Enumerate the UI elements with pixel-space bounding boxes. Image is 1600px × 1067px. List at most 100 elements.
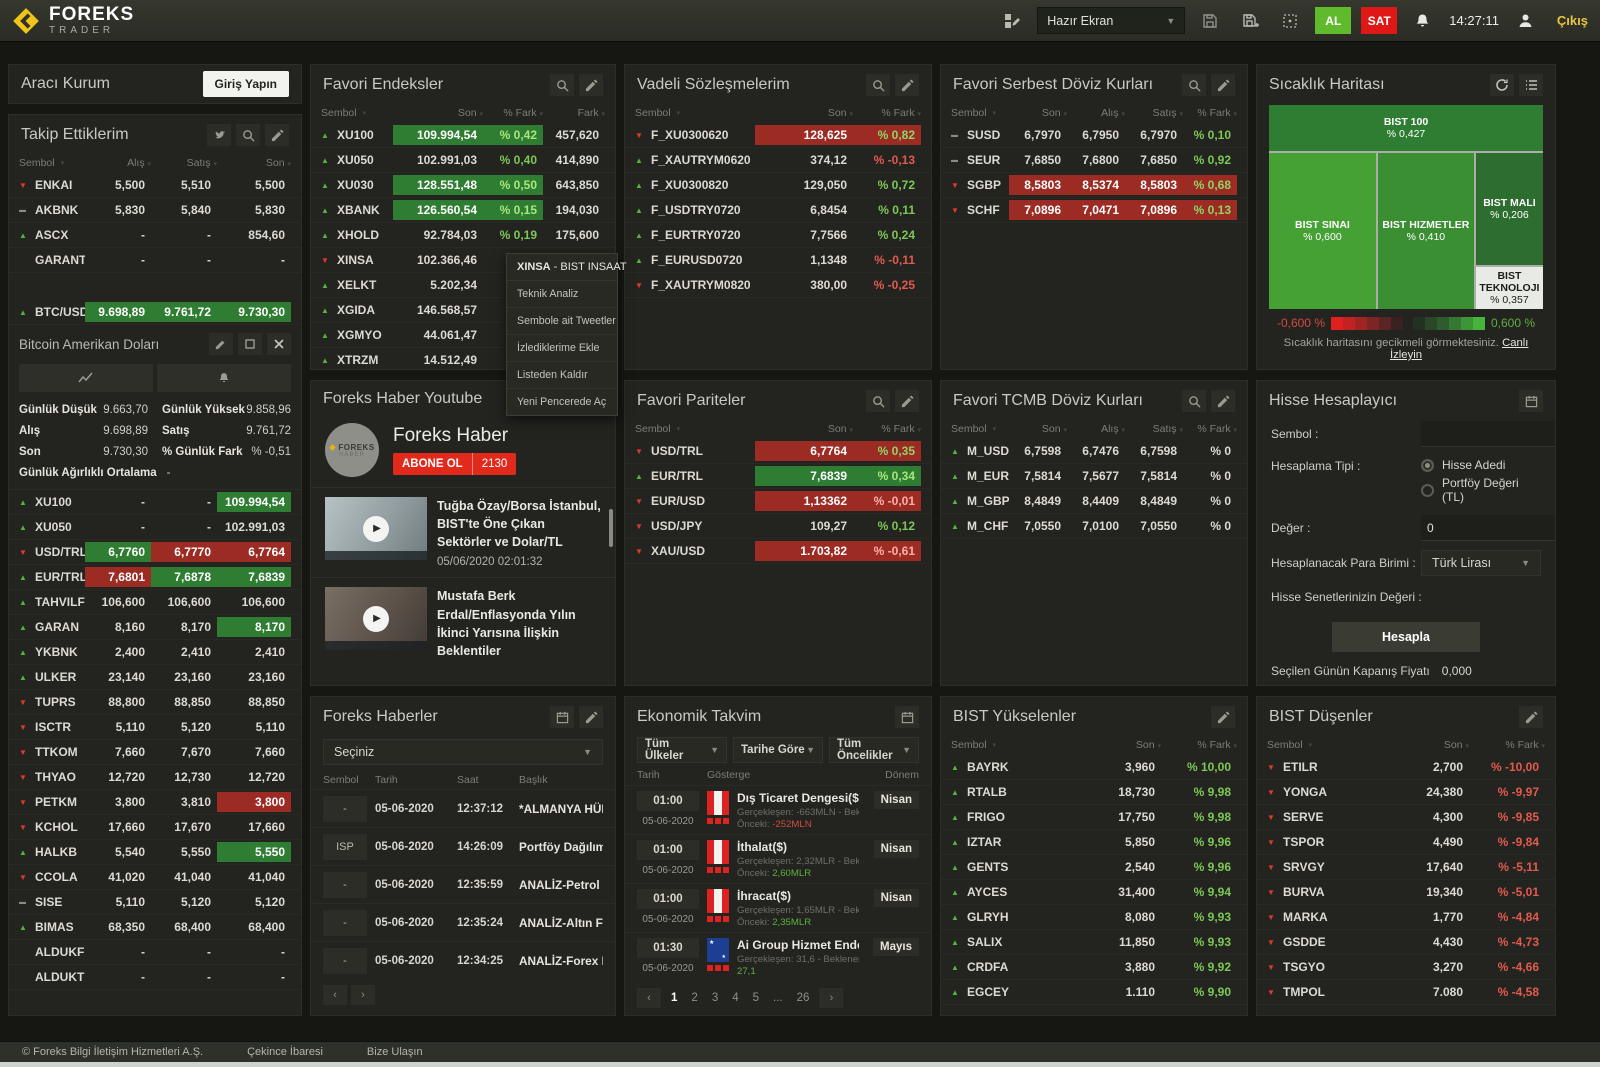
- edit-list-icon[interactable]: [895, 74, 919, 96]
- symbol-search-icon[interactable]: [866, 390, 890, 412]
- save-icon[interactable]: [1195, 8, 1225, 34]
- edit-list-icon[interactable]: [895, 390, 919, 412]
- treemap-tile-hizmetler[interactable]: BIST HIZMETLER% 0,410: [1378, 153, 1474, 309]
- col-header[interactable]: Sembol ▾: [19, 157, 85, 169]
- news-row[interactable]: -05-06-202012:35:59ANALİZ-Petrol Fiyatla…: [311, 865, 615, 903]
- edit-list-icon[interactable]: [579, 74, 603, 96]
- quote-row[interactable]: ALDUKTF1---: [9, 965, 301, 990]
- col-header[interactable]: Son ▾: [755, 107, 853, 119]
- quote-row[interactable]: ▼MARKA1,770% -4,84: [1257, 905, 1555, 930]
- col-header[interactable]: Son ▾: [755, 423, 853, 435]
- quote-row[interactable]: ▲M_CHF7,05507,01007,0550% 0: [941, 514, 1247, 539]
- col-header[interactable]: Son ▾: [1071, 739, 1161, 751]
- col-header[interactable]: Sembol: [323, 774, 367, 786]
- symbol-search-icon[interactable]: [1182, 74, 1206, 96]
- news-filter-select[interactable]: Seçiniz▼: [323, 739, 603, 765]
- edit-list-icon[interactable]: [265, 124, 289, 146]
- calendar-icon[interactable]: [1519, 390, 1543, 412]
- col-header[interactable]: Sembol ▾: [635, 107, 755, 119]
- quote-row[interactable]: ▲AYCES31,400% 9,94: [941, 880, 1247, 905]
- calendar-page-number[interactable]: 26: [793, 990, 814, 1006]
- radio-portfolio-value[interactable]: Portföy Değeri (TL): [1421, 476, 1541, 504]
- login-button[interactable]: Giriş Yapın: [203, 71, 289, 97]
- quote-row[interactable]: ▼CCOLA41,02041,04041,040: [9, 865, 301, 890]
- video-thumbnail[interactable]: ▶: [325, 497, 427, 560]
- symbol-search-icon[interactable]: [1182, 390, 1206, 412]
- quote-row[interactable]: ▲F_XU0300820129,050% 0,72: [625, 173, 931, 198]
- calendar-event[interactable]: 01:0005-06-2020İhracat($)Gerçekleşen: 1,…: [625, 883, 931, 932]
- quote-row[interactable]: ▼TUPRS88,80088,85088,850: [9, 690, 301, 715]
- quote-row[interactable]: ▼KCHOL17,66017,67017,660: [9, 815, 301, 840]
- quote-row[interactable]: ▼USD/JPY109,27% 0,12: [625, 514, 931, 539]
- disclaimer-link[interactable]: Çekince İbaresi: [247, 1046, 323, 1058]
- notifications-bell-icon[interactable]: [1407, 8, 1437, 34]
- quote-row[interactable]: ▲F_USDTRY07206,8454% 0,11: [625, 198, 931, 223]
- calendar-filter-select[interactable]: Tarihe Göre▼: [733, 737, 823, 763]
- calendar-page-arrow[interactable]: ›: [819, 988, 843, 1008]
- calendar-event[interactable]: 01:0005-06-2020İthalat($)Gerçekleşen: 2,…: [625, 834, 931, 883]
- calendar-icon[interactable]: [895, 706, 919, 728]
- treemap-tile-bist100[interactable]: BIST 100% 0,427: [1269, 105, 1543, 151]
- play-icon[interactable]: ▶: [363, 516, 389, 542]
- refresh-icon[interactable]: [1490, 74, 1514, 96]
- quote-row[interactable]: ▼TTKOM7,6607,6707,660: [9, 740, 301, 765]
- selection-mode-icon[interactable]: [1275, 8, 1305, 34]
- quote-row[interactable]: ▲BAYRK3,960% 10,00: [941, 755, 1247, 780]
- quote-row[interactable]: ▲F_XAUTRYM0620374,12% -0,13: [625, 148, 931, 173]
- quote-row[interactable]: ▼USD/TRL6,7764% 0,35: [625, 439, 931, 464]
- quote-row[interactable]: ▼ISCTR5,1105,1205,110: [9, 715, 301, 740]
- treemap-tile-sinai[interactable]: BIST SINAI% 0,600: [1269, 153, 1376, 309]
- col-header[interactable]: Fark ▾: [543, 107, 605, 119]
- calendar-filter-select[interactable]: Tüm Ülkeler▼: [637, 737, 727, 763]
- col-header[interactable]: % Fark ▾: [1183, 423, 1237, 435]
- quote-row[interactable]: ▼THYAO12,72012,73012,720: [9, 765, 301, 790]
- col-header[interactable]: Son ▾: [1009, 107, 1067, 119]
- quote-row[interactable]: ▲BTC/USD9.698,899.761,729.730,30: [9, 300, 301, 325]
- context-menu-item[interactable]: Listeden Kaldır: [507, 362, 617, 389]
- edit-list-icon[interactable]: [1211, 74, 1235, 96]
- calendar-filter-select[interactable]: Tüm Öncelikler▼: [829, 737, 919, 763]
- save-as-icon[interactable]: [1235, 8, 1265, 34]
- news-row[interactable]: -05-06-202012:37:12*ALMANYA HÜKÜMET SÖZC…: [311, 789, 615, 827]
- scrollbar-thumb[interactable]: [609, 509, 613, 547]
- quote-row[interactable]: ▼TSGYO3,270% -4,66: [1257, 955, 1555, 980]
- quote-row[interactable]: ▲EGCEY1.110% 9,90: [941, 980, 1247, 1005]
- quote-row[interactable]: ▲SALIX11,850% 9,93: [941, 930, 1247, 955]
- col-header[interactable]: Sembol ▾: [1267, 739, 1379, 751]
- col-header[interactable]: Son ▾: [217, 157, 291, 169]
- symbol-search-icon[interactable]: [550, 74, 574, 96]
- quote-row[interactable]: ▲XU050102.991,03% 0,40414,890: [311, 148, 615, 173]
- edit-list-icon[interactable]: [1211, 390, 1235, 412]
- currency-select[interactable]: Türk Lirası▼: [1421, 550, 1541, 576]
- calendar-page-number[interactable]: 4: [728, 990, 742, 1006]
- popout-icon[interactable]: [238, 333, 262, 355]
- layout-edit-icon[interactable]: [997, 8, 1027, 34]
- calendar-page-arrow[interactable]: ‹: [637, 988, 661, 1008]
- quote-row[interactable]: GARANTE---: [9, 248, 301, 273]
- context-menu-item[interactable]: Yeni Pencerede Aç: [507, 389, 617, 415]
- col-header[interactable]: % Fark ▾: [1161, 739, 1237, 751]
- news-row[interactable]: -05-06-202012:35:24ANALİZ-Altın Fiyatlar…: [311, 903, 615, 941]
- quote-row[interactable]: ▼SCHF7,08967,04717,0896% 0,13: [941, 198, 1247, 223]
- quote-row[interactable]: ALDUKF1---: [9, 940, 301, 965]
- edit-list-icon[interactable]: [1519, 706, 1543, 728]
- quote-row[interactable]: ▲ASCX--854,60: [9, 223, 301, 248]
- col-header[interactable]: % Fark ▾: [853, 107, 921, 119]
- symbol-input[interactable]: [1421, 421, 1556, 447]
- quote-row[interactable]: ▼GSDDE4,430% -4,73: [1257, 930, 1555, 955]
- value-input[interactable]: [1421, 515, 1556, 541]
- quote-row[interactable]: ▲HALKB5,5405,5505,550: [9, 840, 301, 865]
- quote-row[interactable]: ▲XU050--102.991,03: [9, 515, 301, 540]
- symbol-search-icon[interactable]: [866, 74, 890, 96]
- quote-row[interactable]: ▬SUSD6,79706,79506,7970% 0,10: [941, 123, 1247, 148]
- calendar-page-number[interactable]: 3: [708, 990, 722, 1006]
- quote-row[interactable]: ▲ULKER23,14023,16023,160: [9, 665, 301, 690]
- contact-link[interactable]: Bize Ulaşın: [367, 1046, 423, 1058]
- quote-row[interactable]: ▲GLRYH8,080% 9,93: [941, 905, 1247, 930]
- quote-row[interactable]: ▼TSPOR4,490% -9,84: [1257, 830, 1555, 855]
- quote-row[interactable]: ▲XHOLD92.784,03% 0,19175,600: [311, 223, 615, 248]
- context-menu-item[interactable]: İzlediklerime Ekle: [507, 335, 617, 362]
- quote-row[interactable]: ▲TAHVILF106,600106,600106,600: [9, 590, 301, 615]
- quote-row[interactable]: ▼SRVGY17,640% -5,11: [1257, 855, 1555, 880]
- user-icon[interactable]: [1511, 8, 1541, 34]
